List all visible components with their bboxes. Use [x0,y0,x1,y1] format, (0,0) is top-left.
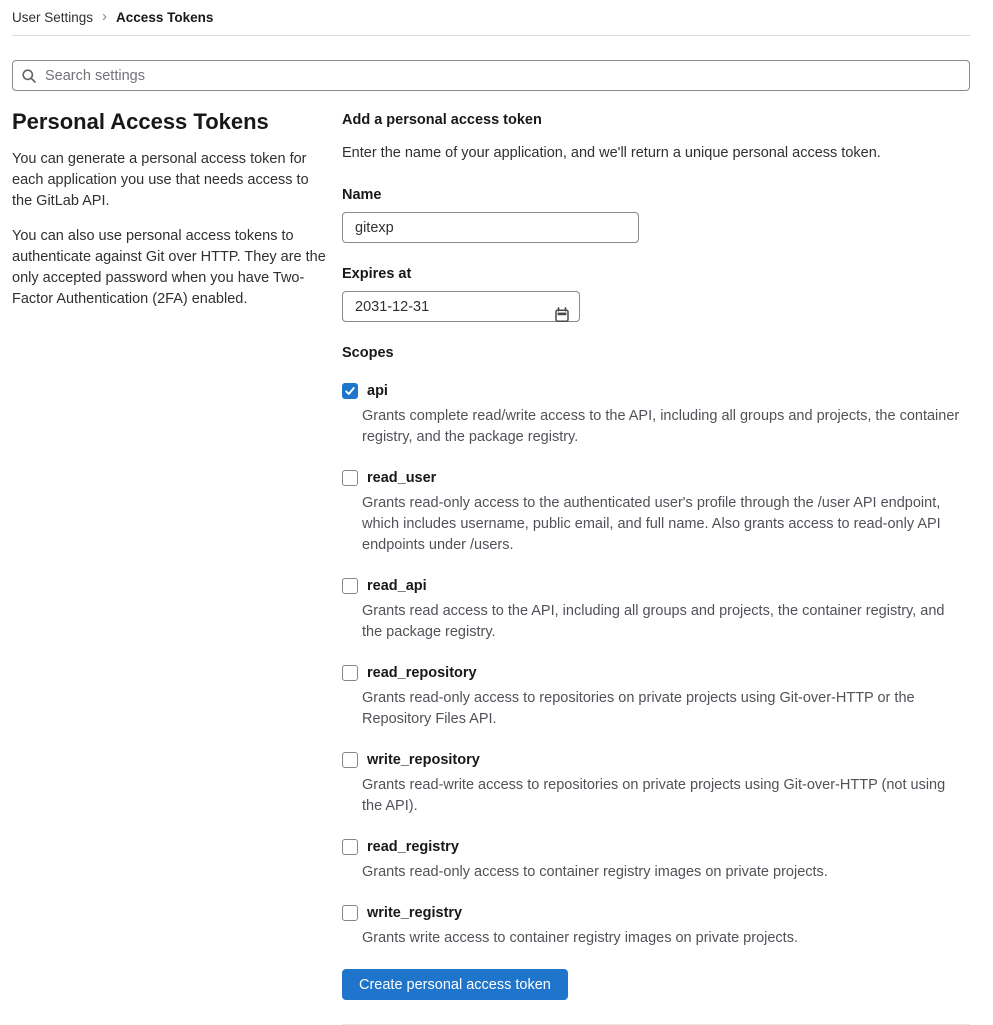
scope-description: Grants read-write access to repositories… [362,777,946,814]
scope-checkbox-row[interactable]: read_api [342,578,970,594]
section-description-column: Personal Access Tokens You can generate … [12,109,330,310]
scope-description: Grants read-only access to repositories … [362,690,915,727]
expires-at-input[interactable] [342,291,580,322]
scope-checkbox-row[interactable]: read_registry [342,839,970,855]
scope-item: write_registry Grants write access to co… [342,905,970,949]
section-paragraph: You can generate a personal access token… [12,151,309,210]
search-bar [12,60,970,91]
header-divider [12,35,970,36]
breadcrumb-user-settings[interactable]: User Settings [12,10,93,25]
scope-item: read_registry Grants read-only access to… [342,839,970,883]
checkbox-icon[interactable] [342,905,358,921]
scope-name: write_registry [367,905,463,921]
form-title: Add a personal access token [342,112,542,128]
scope-name: write_repository [367,752,480,768]
name-label: Name [342,187,382,203]
scope-checkbox-row[interactable]: write_repository [342,752,970,768]
page-title: Personal Access Tokens [12,109,269,134]
scope-list: api Grants complete read/write access to… [342,383,970,949]
scope-checkbox-row[interactable]: api [342,383,970,399]
chevron-right-icon: › [102,8,108,25]
checkbox-icon[interactable] [342,839,358,855]
search-input[interactable] [12,60,970,91]
breadcrumb: User Settings › Access Tokens [12,0,970,26]
scope-description: Grants write access to container registr… [362,930,798,946]
scope-item: read_api Grants read access to the API, … [342,578,970,643]
checkbox-icon[interactable] [342,578,358,594]
checkbox-icon[interactable] [342,470,358,486]
scope-item: write_repository Grants read-write acces… [342,752,970,817]
section-paragraph: You can also use personal access tokens … [12,228,326,308]
scope-name: read_registry [367,839,459,855]
scope-checkbox-row[interactable]: read_repository [342,665,970,681]
checkbox-icon[interactable] [342,383,358,399]
content-columns: Personal Access Tokens You can generate … [12,109,970,1025]
scope-name: read_api [367,578,427,594]
scope-description: Grants read access to the API, including… [362,603,945,640]
breadcrumb-access-tokens: Access Tokens [116,10,214,25]
scope-description: Grants read-only access to the authentic… [362,495,941,553]
expires-at-field [342,291,580,322]
checkbox-icon[interactable] [342,665,358,681]
scope-description: Grants read-only access to container reg… [362,864,828,880]
create-token-button[interactable]: Create personal access token [342,969,568,1000]
scope-item: api Grants complete read/write access to… [342,383,970,448]
token-name-input[interactable] [342,212,639,243]
form-description: Enter the name of your application, and … [342,145,881,161]
scope-item: read_user Grants read-only access to the… [342,470,970,556]
settings-page: User Settings › Access Tokens Personal A… [0,0,993,1025]
checkbox-icon[interactable] [342,752,358,768]
token-form: Add a personal access token Enter the na… [342,109,970,1025]
scope-description: Grants complete read/write access to the… [362,408,960,445]
scope-name: read_repository [367,665,477,681]
expires-at-label: Expires at [342,266,412,282]
scope-name: api [367,383,388,399]
scope-checkbox-row[interactable]: read_user [342,470,970,486]
scope-item: read_repository Grants read-only access … [342,665,970,730]
scope-name: read_user [367,470,437,486]
scopes-label: Scopes [342,345,394,361]
scope-checkbox-row[interactable]: write_registry [342,905,970,921]
